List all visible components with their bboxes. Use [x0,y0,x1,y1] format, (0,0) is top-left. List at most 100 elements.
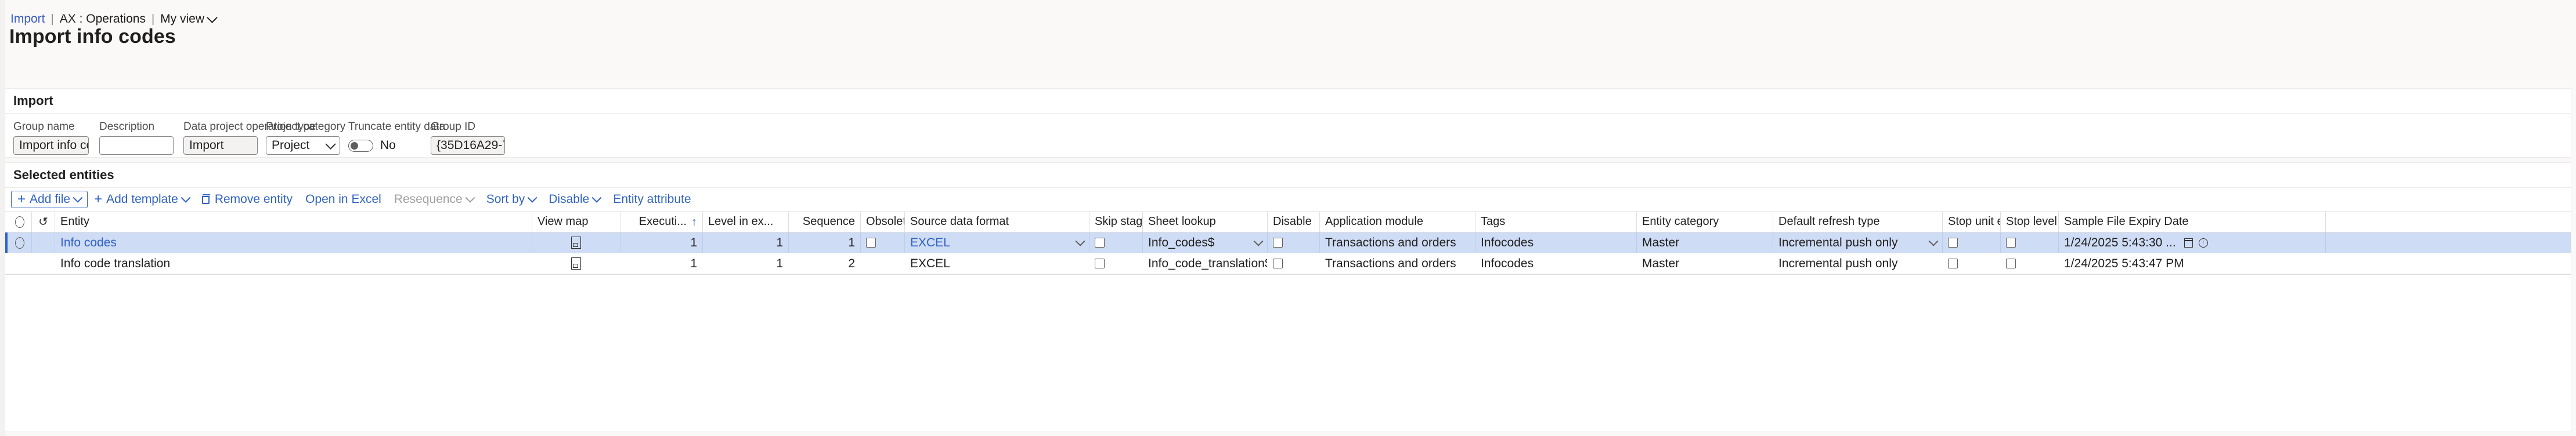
cell-source-data-format[interactable]: EXCEL [905,253,1089,274]
project-category-value: Project [272,139,310,152]
refresh-header[interactable]: ↺ [32,212,55,232]
cell-sample-file-expiry-date[interactable]: 1/24/2025 5:43:47 PM [2059,253,2326,274]
clock-icon[interactable] [2198,238,2208,248]
execution-unit-label: Executi... [638,215,687,228]
breadcrumb-link-import[interactable]: Import [10,12,45,26]
remove-entity-button[interactable]: Remove entity [196,191,299,208]
column-header-entity-category[interactable]: Entity category [1637,212,1773,232]
column-header-stop-unit-error[interactable]: Stop unit e... [1943,212,2001,232]
field-operation-type: Data project operation type Import [183,121,316,155]
column-header-disable[interactable]: Disable [1268,212,1320,232]
cell-entity[interactable]: Info codes [55,232,532,253]
entity-attribute-button[interactable]: Entity attribute [607,191,697,208]
description-label: Description [99,121,155,133]
cell-stop-unit-error[interactable] [1943,253,2001,274]
cell-skip-staging[interactable] [1089,253,1143,274]
column-header-obsolete[interactable]: Obsolete [861,212,905,232]
row-select-cell[interactable] [8,253,32,274]
column-header-stop-level-error[interactable]: Stop level ... [2001,212,2059,232]
sort-by-button[interactable]: Sort by [480,191,543,208]
chevron-down-icon [591,192,602,203]
cell-stop-level-error[interactable] [2001,232,2059,253]
cell-sample-file-expiry-date[interactable]: 1/24/2025 5:43:30 ... [2059,232,2326,253]
add-file-button[interactable]: + Add file [11,191,88,208]
date-picker-icons [2184,238,2208,248]
cell-application-module[interactable]: Transactions and orders [1320,232,1475,253]
cell-level-in-execution[interactable]: 1 [703,232,789,253]
stop-unit-error-checkbox[interactable] [1948,238,1958,248]
cell-skip-staging[interactable] [1089,232,1143,253]
cell-default-refresh-type[interactable]: Incremental push only [1773,232,1943,253]
skip-staging-checkbox[interactable] [1095,238,1105,248]
group-name-input[interactable]: Import info codes [13,136,89,155]
table-row[interactable]: Info codes 1 1 1 EXCEL Info_codes$ Trans… [5,232,2571,253]
cell-obsolete[interactable] [861,232,905,253]
cell-stop-unit-error[interactable] [1943,232,2001,253]
breadcrumb-view-selector[interactable]: My view [160,12,218,26]
column-header-source-data-format[interactable]: Source data format [905,212,1089,232]
cell-source-data-format[interactable]: EXCEL [905,232,1089,253]
cell-default-refresh-type[interactable]: Incremental push only [1773,253,1943,274]
cell-entity[interactable]: Info code translation [55,253,532,274]
calendar-icon[interactable] [2184,238,2193,248]
stop-unit-error-checkbox[interactable] [1948,259,1958,268]
description-input[interactable] [99,136,174,155]
open-in-excel-button[interactable]: Open in Excel [299,191,388,208]
cell-sheet-lookup[interactable]: Info_code_translation$ [1143,253,1268,274]
breadcrumb-view-label: My view [160,12,205,26]
cell-execution-unit[interactable]: 1 [620,232,703,253]
cell-disable[interactable] [1268,253,1320,274]
column-header-skip-staging[interactable]: Skip staging [1089,212,1143,232]
stop-level-error-checkbox[interactable] [2006,238,2016,248]
cell-sheet-lookup[interactable]: Info_codes$ [1143,232,1268,253]
toggle-knob [351,141,358,150]
group-id-input[interactable]: {35D16A29-736A-4C5D-A91... [431,136,505,155]
column-header-default-refresh-type[interactable]: Default refresh type [1773,212,1943,232]
cell-view-map[interactable] [532,232,620,253]
add-file-label: Add file [30,192,71,206]
select-all-icon [15,216,24,228]
column-header-view-map[interactable]: View map [532,212,620,232]
stop-level-error-checkbox[interactable] [2006,259,2016,268]
column-header-execution-unit[interactable]: Executi... ↑ [620,212,703,232]
cell-sequence[interactable]: 1 [789,232,861,253]
skip-staging-checkbox[interactable] [1095,259,1105,268]
remove-entity-label: Remove entity [214,192,293,206]
table-row[interactable]: Info code translation 1 1 2 EXCEL Info_c… [5,253,2571,274]
cell-entity-category[interactable]: Master [1637,232,1773,253]
disable-checkbox[interactable] [1273,259,1283,268]
cell-obsolete[interactable] [861,253,905,274]
column-header-application-module[interactable]: Application module [1320,212,1475,232]
operation-type-input[interactable]: Import [183,136,258,155]
cell-sequence[interactable]: 2 [789,253,861,274]
cell-level-in-execution[interactable]: 1 [703,253,789,274]
map-icon [571,237,581,249]
cell-execution-unit[interactable]: 1 [620,253,703,274]
column-header-level-in-execution[interactable]: Level in ex... [703,212,789,232]
project-category-select[interactable]: Project [266,136,340,155]
project-category-label: Project category [266,121,346,133]
obsolete-checkbox[interactable] [866,238,876,248]
column-header-sequence[interactable]: Sequence [789,212,861,232]
chevron-down-icon [527,192,537,203]
cell-application-module[interactable]: Transactions and orders [1320,253,1475,274]
cell-view-map[interactable] [532,253,620,274]
cell-disable[interactable] [1268,232,1320,253]
truncate-toggle[interactable] [348,139,373,152]
map-icon [571,257,581,270]
add-template-button[interactable]: + Add template [88,191,196,208]
column-header-tags[interactable]: Tags [1475,212,1637,232]
cell-entity-category[interactable]: Master [1637,253,1773,274]
column-header-sheet-lookup[interactable]: Sheet lookup [1143,212,1268,232]
column-header-sample-file-expiry-date[interactable]: Sample File Expiry Date [2059,212,2326,232]
select-all-header[interactable] [8,212,32,232]
cell-stop-level-error[interactable] [2001,253,2059,274]
disable-button[interactable]: Disable [542,191,607,208]
disable-checkbox[interactable] [1273,238,1283,248]
row-select-cell[interactable] [8,232,32,253]
cell-tags[interactable]: Infocodes [1475,253,1637,274]
breadcrumb: Import | AX : Operations | My view [10,12,218,27]
chevron-down-icon [325,138,336,150]
column-header-entity[interactable]: Entity [55,212,532,232]
cell-tags[interactable]: Infocodes [1475,232,1637,253]
